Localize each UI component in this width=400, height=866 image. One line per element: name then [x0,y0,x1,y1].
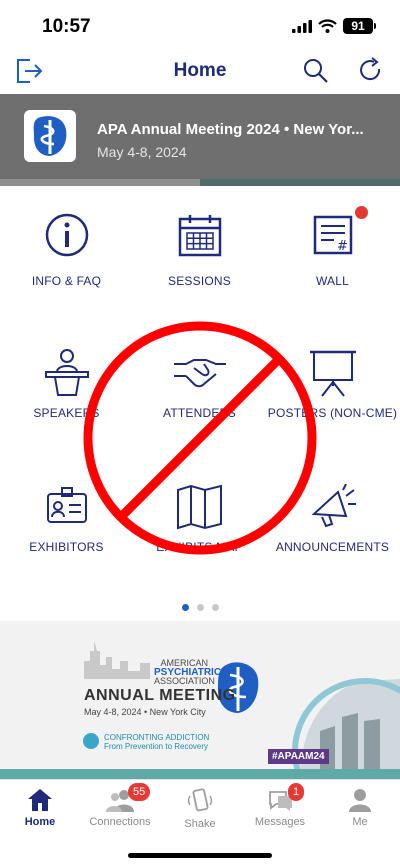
shake-icon [187,788,213,812]
home-indicator [128,853,272,858]
page-indicator [0,598,400,616]
event-title: APA Annual Meeting 2024 • New Yor... [97,121,364,138]
tab-label: Home [24,816,56,828]
page-dot[interactable] [196,604,204,611]
status-bar: 10:57 91 [0,0,400,50]
messages-badge: 1 [288,783,305,801]
tab-label: Messages [254,816,306,828]
promo-bar [0,769,400,779]
status-time: 10:57 [42,16,91,37]
page-dot[interactable] [181,604,189,611]
calendar-icon [178,215,221,257]
wall-icon: # [313,215,352,255]
tile-wall[interactable]: # WALL [266,206,399,322]
page-dot[interactable] [211,604,219,611]
tab-connections[interactable]: 55 Connections [80,783,160,828]
tile-sessions[interactable]: SESSIONS [133,212,266,322]
home-icon [28,789,52,811]
tile-label: INFO & FAQ [31,274,102,288]
info-icon [45,213,88,257]
tab-label: Me [352,816,368,828]
svg-text:#: # [337,239,348,254]
refresh-icon[interactable] [357,57,385,85]
tab-shake[interactable]: Shake [160,788,240,830]
promo-dates: May 4-8, 2024 • New York City [84,707,206,717]
battery-tip [374,23,376,29]
connections-badge: 55 [128,783,151,801]
tab-home[interactable]: Home [0,788,80,828]
wifi-icon [318,19,337,33]
banner-stripe [200,179,400,186]
event-banner[interactable]: APA Annual Meeting 2024 • New Yor... May… [0,94,400,186]
promo-org: AMERICAN PSYCHIATRIC ASSOCIATION [154,659,221,686]
promo-tagline: CONFRONTING ADDICTION From Prevention to… [104,733,209,751]
tab-me[interactable]: Me [320,788,400,828]
promo-tagline-line: CONFRONTING ADDICTION [104,733,210,742]
promo-hashtag: #APAAM24 [268,749,329,764]
tab-label: Shake [184,818,216,830]
banner-stripe [0,179,200,186]
signal-icon [292,20,312,33]
promo-headline: ANNUAL MEETING [84,687,236,704]
tile-label: SESSIONS [168,274,231,288]
page-title: Home [173,60,227,81]
promo-tagline-line: From Prevention to Recovery [104,742,209,751]
promo-banner[interactable]: AMERICAN PSYCHIATRIC ASSOCIATION ANNUAL … [0,621,400,779]
tile-label: WALL [315,274,350,288]
event-logo [24,110,76,162]
prohibition-overlay [83,321,317,555]
promo-org-line: ASSOCIATION [154,676,215,686]
event-dates: May 4-8, 2024 [97,144,187,160]
search-icon[interactable] [302,57,330,85]
person-icon [349,789,371,812]
battery-indicator: 91 [343,18,373,34]
tab-label: Connections [89,816,151,828]
wall-notification-dot [355,206,368,219]
tab-messages[interactable]: 1 Messages [240,783,320,828]
tile-info-faq[interactable]: INFO & FAQ [0,212,133,322]
nav-bar: Home [0,50,400,94]
